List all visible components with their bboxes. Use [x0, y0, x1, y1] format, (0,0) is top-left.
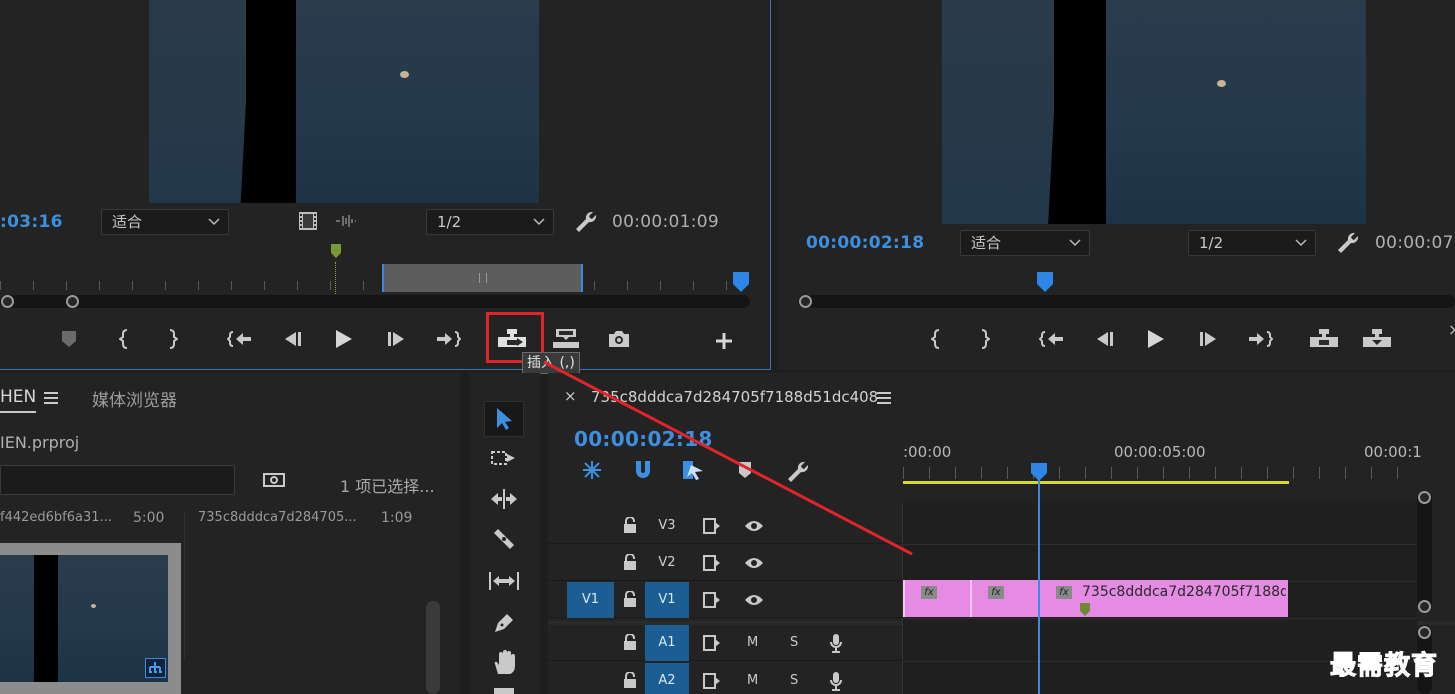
watermark-logo: 最需教育 [1329, 651, 1439, 682]
annotation-arrow [543, 360, 913, 556]
